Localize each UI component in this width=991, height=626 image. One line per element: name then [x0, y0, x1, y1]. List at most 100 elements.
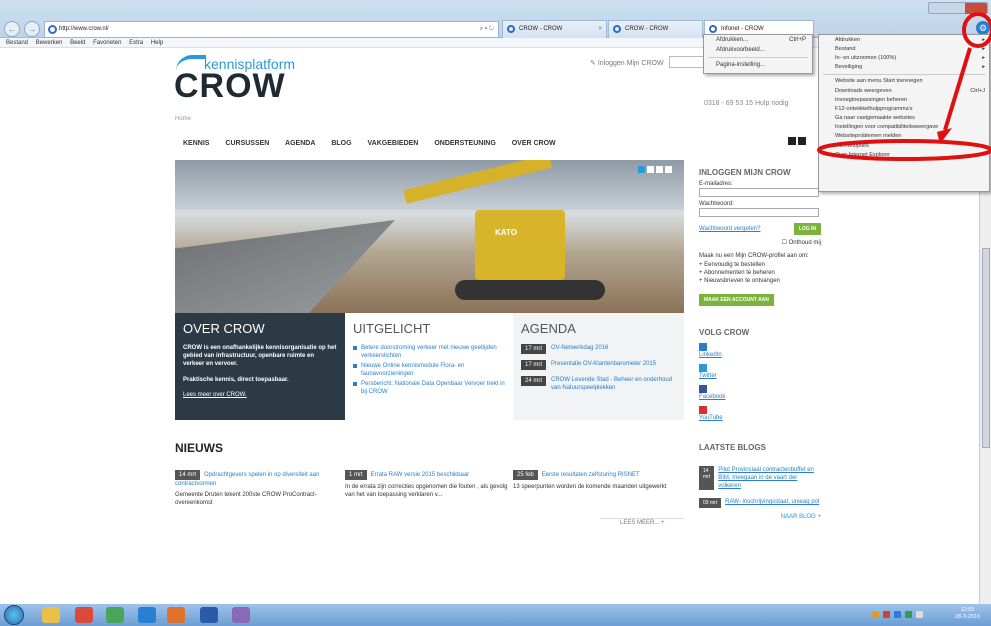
address-tools[interactable]: ⌕ ▾ ↻: [480, 22, 494, 37]
forgot-password-link[interactable]: Wachtwoord vergeten?: [699, 226, 760, 232]
uitgelicht-item[interactable]: Persbericht: Nationale Data Openbaar Ver…: [353, 380, 505, 396]
blog-item[interactable]: 14 mrt Pilot Provinciaal contractenbuffet…: [699, 466, 821, 490]
agenda-item-title[interactable]: CROW Levende Stad - Beheer en onderhoud …: [551, 376, 676, 392]
window-controls[interactable]: [928, 2, 988, 14]
slider-dot[interactable]: [656, 166, 663, 173]
forward-button[interactable]: →: [24, 21, 40, 37]
app-icon[interactable]: [106, 607, 124, 623]
nav-agenda[interactable]: AGENDA: [285, 140, 315, 147]
facebook-link[interactable]: Facebook: [699, 394, 725, 400]
uitgelicht-item[interactable]: Nieuwe Online kennismodule Flora- en fau…: [353, 362, 505, 378]
blog-title[interactable]: RAW- inschrijvingsstaat, unieag pol: [725, 498, 819, 508]
facebook-icon[interactable]: [788, 137, 796, 145]
blog-item[interactable]: 09 mrt RAW- inschrijvingsstaat, unieag po…: [699, 498, 821, 508]
menu-bestand[interactable]: Bestand: [6, 38, 28, 48]
tools-gear-icon[interactable]: ⚙: [976, 21, 990, 35]
uitgelicht-item[interactable]: Betere doorstroming verkeer met nieuwe g…: [353, 344, 505, 360]
volume-icon[interactable]: [915, 611, 923, 618]
agenda-item[interactable]: 24 mrt CROW Levende Stad - Beheer en onde…: [521, 376, 676, 392]
youtube-icon[interactable]: [699, 406, 707, 414]
scrollbar-thumb[interactable]: [982, 248, 990, 448]
news-title[interactable]: Eerste resultaten zelfsturing RISNET: [542, 472, 640, 478]
email-field[interactable]: [699, 188, 819, 197]
ie-taskbar-icon[interactable]: [138, 607, 156, 623]
tray-icon[interactable]: [904, 611, 912, 618]
tools-item-compatibility[interactable]: Instellingen voor compatibiliteitsweerga…: [819, 123, 989, 132]
menu-favorieten[interactable]: Favorieten: [93, 38, 121, 48]
agenda-item-title[interactable]: OV-Netwerkdag 2016: [551, 344, 608, 354]
linkedin-icon[interactable]: [699, 343, 707, 351]
close-window-icon[interactable]: [965, 3, 987, 14]
tools-item-internet-options[interactable]: Internetopties: [819, 141, 989, 150]
agenda-item[interactable]: 17 mrt Presentatie OV-Klantenbarometer 20…: [521, 360, 676, 370]
nav-ondersteuning[interactable]: ONDERSTEUNING: [434, 140, 495, 147]
tools-item-beveiliging[interactable]: Beveiliging ▸: [819, 63, 989, 72]
twitter-link[interactable]: Twitter: [699, 373, 717, 379]
slider-dot[interactable]: [665, 166, 672, 173]
tab-close-icon[interactable]: ×: [598, 21, 602, 38]
tray-icon[interactable]: [872, 611, 879, 618]
news-more-link[interactable]: LEES MEER... +: [620, 520, 665, 526]
news-item[interactable]: 1 mrt Errata RAW versie 2015 beschikbaar I…: [345, 470, 515, 499]
nav-over-crow[interactable]: OVER CROW: [512, 140, 556, 147]
create-account-button[interactable]: MAAK EEN ACCOUNT AAN: [699, 294, 774, 306]
twitter-icon[interactable]: [798, 137, 806, 145]
password-field[interactable]: [699, 208, 819, 217]
slider-dot[interactable]: [647, 166, 654, 173]
chrome-icon[interactable]: [75, 607, 93, 623]
tab-2[interactable]: CROW - CROW: [608, 20, 703, 38]
tab-1[interactable]: CROW - CROW ×: [502, 20, 607, 38]
breadcrumb[interactable]: Home: [175, 116, 191, 122]
tools-item-downloads[interactable]: Downloads weergeven Ctrl+J: [819, 86, 989, 95]
tray-icon[interactable]: [893, 611, 901, 618]
blogs-more-link[interactable]: NAAR BLOG +: [699, 514, 821, 520]
nav-vakgebieden[interactable]: VAKGEBIEDEN: [368, 140, 419, 147]
linkedin-link[interactable]: LinkedIn: [699, 352, 722, 358]
news-item[interactable]: 14 mrt Opdrachtgevers spelen in op divers…: [175, 470, 345, 507]
start-button[interactable]: [4, 605, 24, 625]
remember-me[interactable]: ☐ Onthoud mij: [699, 239, 821, 246]
tools-item-afdrukken[interactable]: Afdrukken ▸: [819, 35, 989, 44]
clock[interactable]: 12:55 28-3-2016: [955, 607, 980, 621]
tools-item-report[interactable]: Websiteproblemen melden: [819, 132, 989, 141]
menu-item-pagina-instelling[interactable]: Pagina-instelling...: [704, 60, 812, 70]
news-item[interactable]: 25 feb Eerste resultaten zelfsturing RISN…: [513, 470, 683, 491]
outlook-icon[interactable]: [167, 607, 185, 623]
nav-cursussen[interactable]: CURSUSSEN: [225, 140, 269, 147]
nav-blog[interactable]: BLOG: [331, 140, 351, 147]
twitter-icon[interactable]: [699, 364, 707, 372]
login-link[interactable]: ✎ Inloggen Mijn CROW: [590, 59, 664, 67]
tools-item-zoom[interactable]: In- en uitzoomen (100%) ▸: [819, 53, 989, 62]
news-title[interactable]: Errata RAW versie 2015 beschikbaar: [371, 472, 470, 478]
menu-help[interactable]: Help: [151, 38, 163, 48]
tray-icon[interactable]: [882, 611, 890, 618]
youtube-link[interactable]: YouTube: [699, 415, 723, 421]
menu-extra[interactable]: Extra: [129, 38, 143, 48]
explorer-icon[interactable]: [42, 607, 60, 623]
paint-icon[interactable]: [232, 607, 250, 623]
agenda-item-title[interactable]: Presentatie OV-Klantenbarometer 2015: [551, 360, 656, 370]
menu-item-afdrukvoorbeeld[interactable]: Afdrukvoorbeeld...: [704, 45, 812, 55]
tools-item-pinned[interactable]: Ga naar vastgemaakte websites: [819, 114, 989, 123]
tools-item-about[interactable]: Over Internet Explorer: [819, 150, 989, 159]
agenda-item[interactable]: 17 mrt OV-Netwerkdag 2016: [521, 344, 676, 354]
address-bar[interactable]: http://www.crow.nl/⌕ ▾ ↻: [44, 21, 499, 38]
login-button[interactable]: LOG IN: [793, 223, 821, 235]
blog-title[interactable]: Pilot Provinciaal contractenbuffet en BI…: [718, 466, 821, 490]
over-more-link[interactable]: Lees meer over CROW.: [183, 392, 337, 398]
menu-item-afdrukken[interactable]: Afdrukken... Ctrl+P: [704, 35, 812, 45]
slider-dots[interactable]: [636, 166, 672, 175]
menu-beeld[interactable]: Beeld: [70, 38, 85, 48]
tools-item-addons[interactable]: Invoegtoepassingen beheren: [819, 95, 989, 104]
remember-checkbox[interactable]: ☐: [782, 240, 787, 246]
slider-dot[interactable]: [638, 166, 645, 173]
tools-item-start-menu[interactable]: Website aan menu Start toevoegen: [819, 77, 989, 86]
nav-kennis[interactable]: KENNIS: [183, 140, 209, 147]
tools-item-f12[interactable]: F12-ontwikkelhulpprogramma's: [819, 104, 989, 113]
word-icon[interactable]: [200, 607, 218, 623]
tools-item-bestand[interactable]: Bestand ▸: [819, 44, 989, 53]
facebook-icon[interactable]: [699, 385, 707, 393]
menu-bewerken[interactable]: Bewerken: [36, 38, 63, 48]
back-button[interactable]: ←: [4, 21, 20, 37]
logo[interactable]: CROW: [174, 69, 286, 103]
